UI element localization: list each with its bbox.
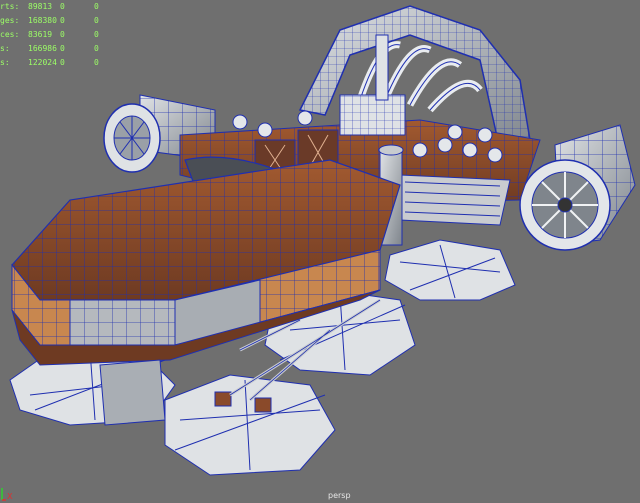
hud-value: 168380 — [28, 16, 57, 25]
hud-value: 0 — [94, 30, 99, 39]
3d-viewport[interactable]: rts: 89813 0 0 ges: 168380 0 0 ces: 8361… — [0, 0, 640, 503]
hud-value: 0 — [94, 44, 99, 53]
axis-gizmo-icon: X — [1, 488, 13, 501]
camera-name-label: persp — [328, 491, 351, 500]
hud-value: 166986 — [28, 44, 57, 53]
hud-value: 0 — [60, 58, 65, 67]
hud-value: 89813 — [28, 2, 53, 11]
hud-value: 0 — [94, 58, 99, 67]
lift-fan — [164, 374, 336, 476]
hud-value: 0 — [94, 16, 99, 25]
hud-value: 0 — [60, 16, 65, 25]
hud-label: rts: — [0, 2, 20, 11]
hud-label: s: — [0, 58, 10, 67]
hud-label: ges: — [0, 16, 20, 25]
hud-label: s: — [0, 44, 10, 53]
hud-label: ces: — [0, 30, 20, 39]
hud-value: 0 — [94, 2, 99, 11]
hovercraft-model[interactable] — [0, 0, 640, 503]
hud-value: 122024 — [28, 58, 57, 67]
hud-value: 0 — [60, 30, 65, 39]
lift-fan — [384, 239, 516, 301]
hud-value: 0 — [60, 2, 65, 11]
x-axis-label: X — [7, 492, 13, 501]
hud-value: 0 — [60, 44, 65, 53]
hud-value: 83619 — [28, 30, 53, 39]
